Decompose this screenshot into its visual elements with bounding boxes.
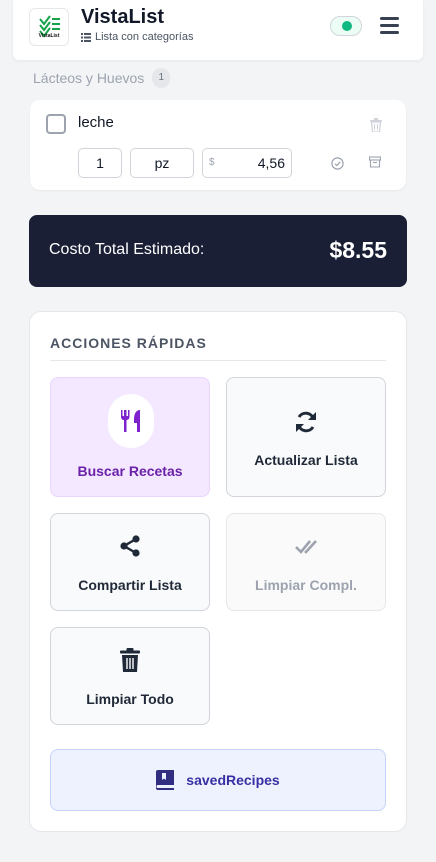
app-logo[interactable]: VistaList <box>29 8 69 46</box>
check-circle-icon[interactable] <box>328 154 346 172</box>
category-count-badge: 1 <box>152 68 171 88</box>
item-name[interactable]: leche <box>78 114 114 131</box>
app-header: VistaList VistaList Lista con categorías <box>13 0 423 60</box>
total-value: $8.55 <box>329 237 387 263</box>
share-list-label: Compartir Lista <box>78 577 182 593</box>
unit-select[interactable]: pz <box>130 148 194 178</box>
share-icon <box>51 535 209 557</box>
currency-symbol: $ <box>209 157 215 168</box>
price-value: 4,56 <box>257 155 285 171</box>
double-check-icon <box>227 535 385 557</box>
status-dot <box>342 21 352 31</box>
total-label: Costo Total Estimado: <box>49 241 205 258</box>
total-cost-card: Costo Total Estimado: $8.55 <box>29 215 407 287</box>
clear-completed-button[interactable]: Limpiar Compl. <box>226 513 386 611</box>
hamburger-icon[interactable] <box>380 17 400 35</box>
category-header[interactable]: Lácteos y Huevos 1 <box>33 68 171 88</box>
archive-icon[interactable] <box>366 153 384 171</box>
quick-actions-panel: ACCIONES RÁPIDAS Buscar Recetas Actualiz… <box>29 311 407 832</box>
refresh-icon <box>227 410 385 434</box>
trash-icon[interactable] <box>367 116 385 134</box>
utensils-icon <box>108 394 154 448</box>
subtitle-text: Lista con categorías <box>95 31 194 43</box>
book-icon <box>156 770 175 790</box>
clear-all-label: Limpiar Todo <box>86 691 174 707</box>
divider <box>50 360 386 361</box>
update-list-button[interactable]: Actualizar Lista <box>226 377 386 497</box>
item-checkbox[interactable] <box>46 114 66 134</box>
quantity-input[interactable]: 1 <box>78 148 122 178</box>
saved-recipes-button[interactable]: savedRecipes <box>50 749 386 811</box>
clear-all-button[interactable]: Limpiar Todo <box>50 627 210 725</box>
app-title: VistaList <box>81 6 164 28</box>
share-list-button[interactable]: Compartir Lista <box>50 513 210 611</box>
connection-toggle[interactable] <box>330 16 362 36</box>
update-list-label: Actualizar Lista <box>254 452 358 468</box>
clear-completed-label: Limpiar Compl. <box>255 577 357 593</box>
trash-icon <box>51 648 209 672</box>
list-icon <box>81 32 91 42</box>
search-recipes-label: Buscar Recetas <box>77 463 183 479</box>
category-title: Lácteos y Huevos <box>33 70 145 86</box>
app-subtitle: Lista con categorías <box>81 31 193 43</box>
saved-recipes-label: savedRecipes <box>186 772 280 788</box>
quick-actions-title: ACCIONES RÁPIDAS <box>50 335 207 351</box>
list-item: leche 1 pz $ 4,56 <box>30 100 406 190</box>
search-recipes-button[interactable]: Buscar Recetas <box>50 377 210 497</box>
logo-text: VistaList <box>38 33 60 39</box>
check-list-icon <box>39 15 60 38</box>
price-input[interactable]: $ 4,56 <box>202 148 292 178</box>
